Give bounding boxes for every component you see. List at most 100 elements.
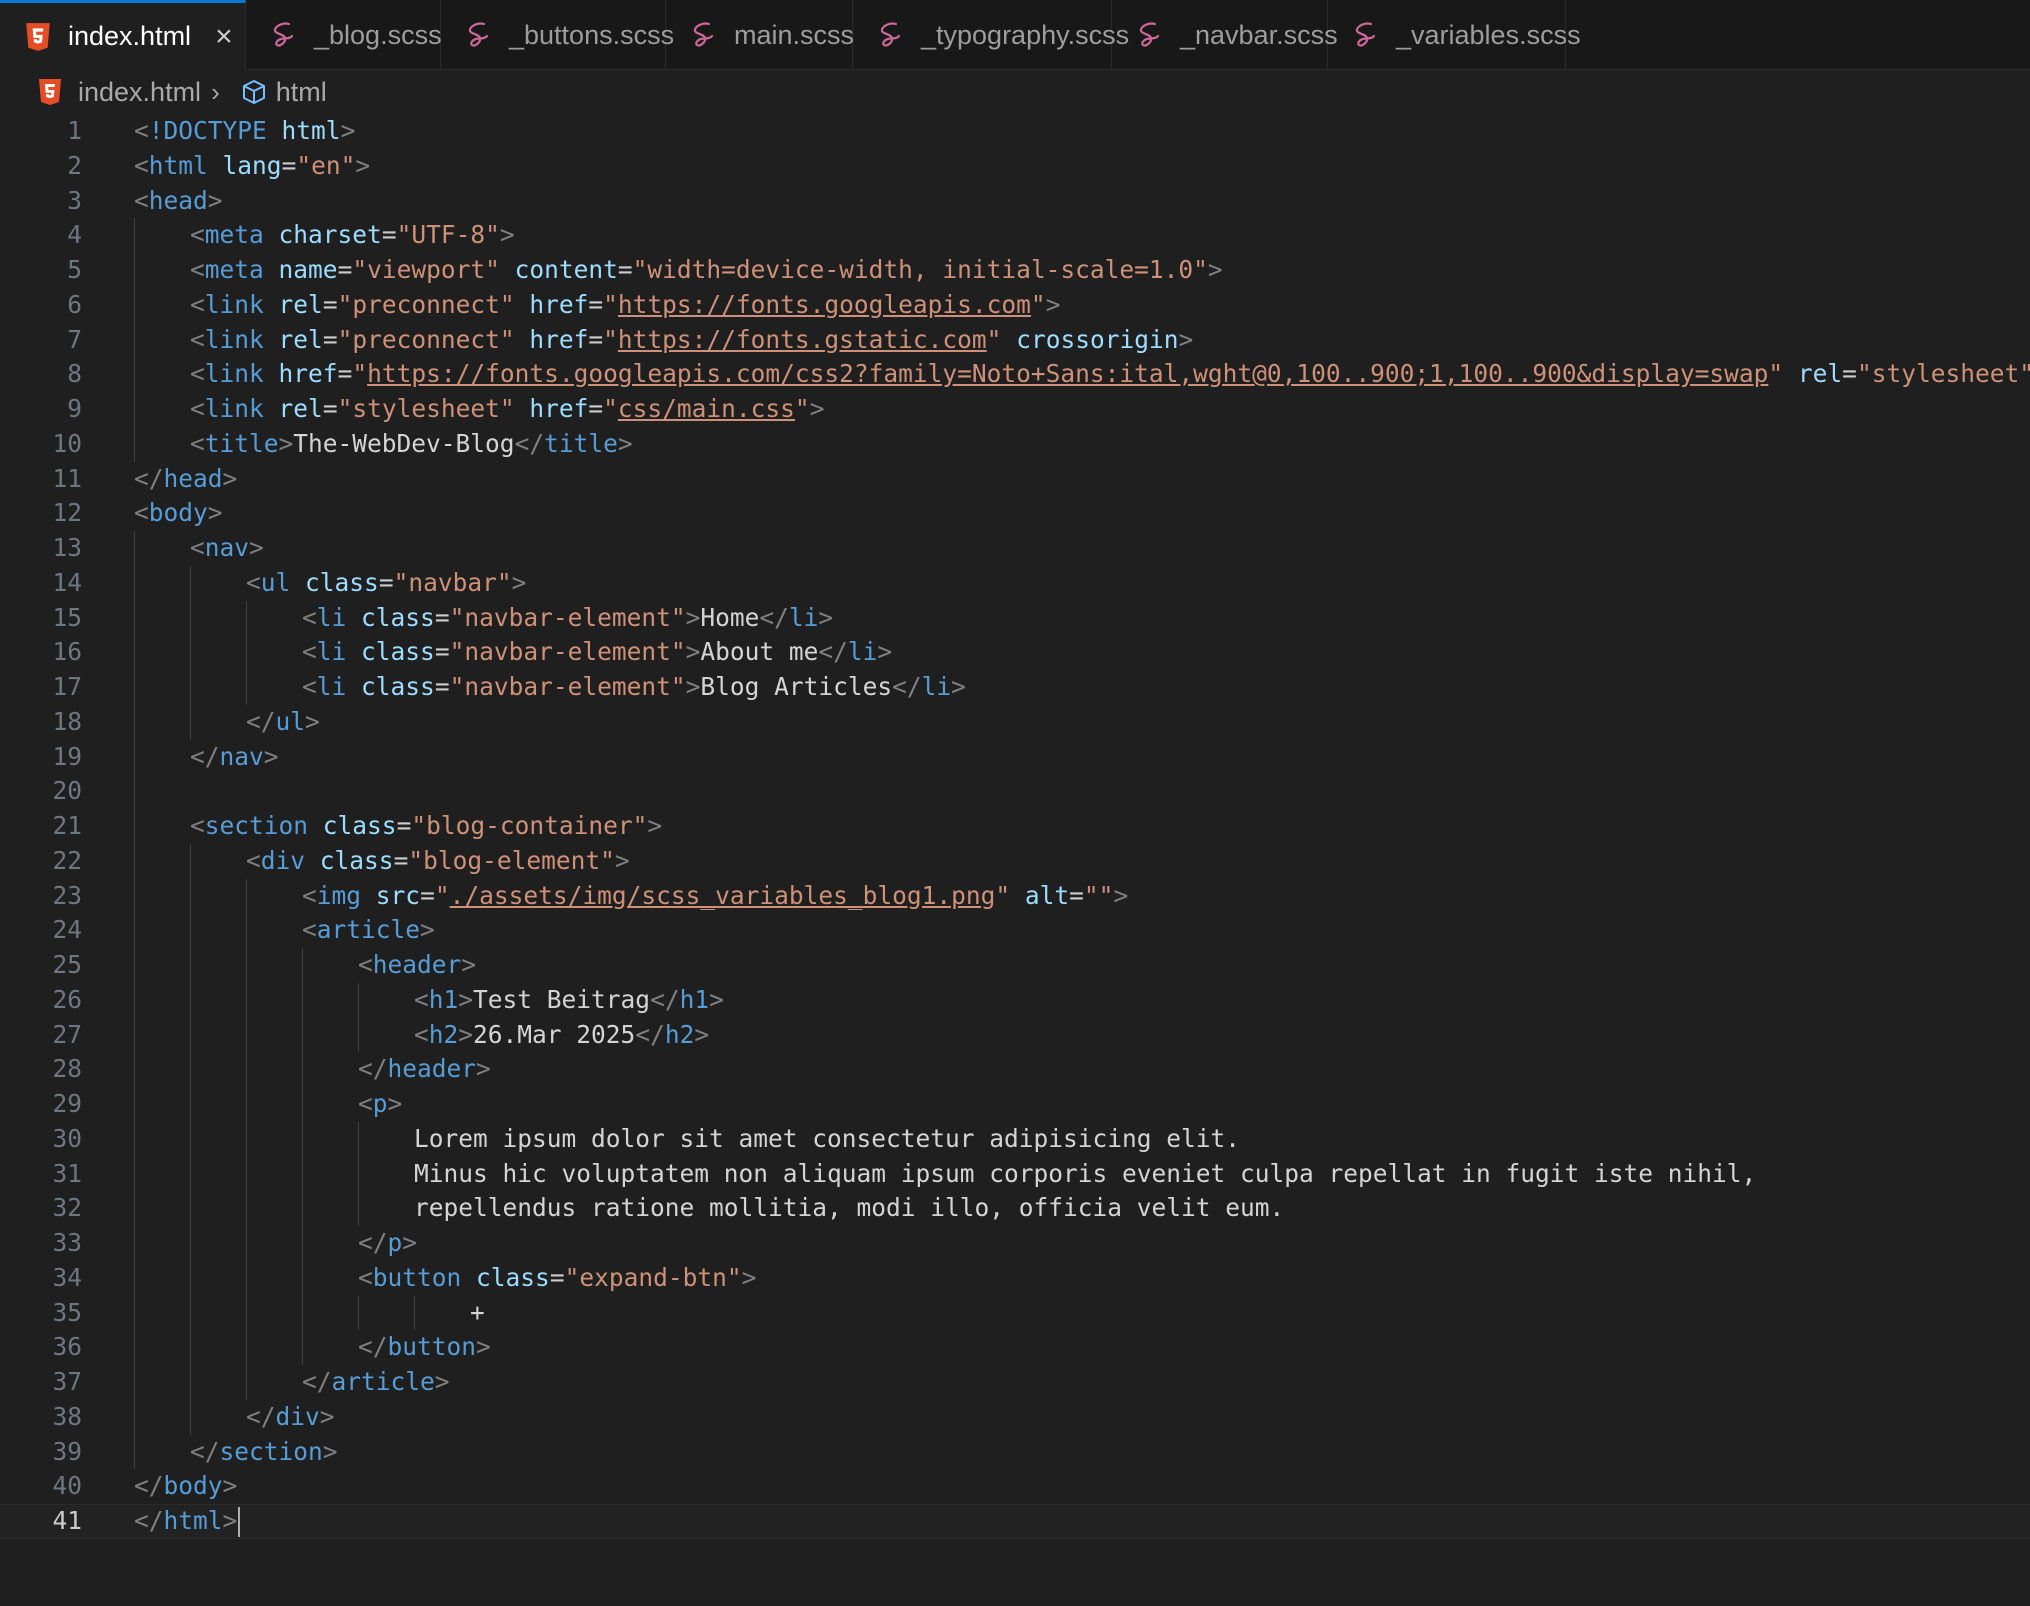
code-line[interactable]: 35 + — [0, 1296, 2030, 1331]
code-line[interactable]: 5 <meta name="viewport" content="width=de… — [0, 253, 2030, 288]
code-line[interactable]: 3 <head> — [0, 184, 2030, 219]
sass-icon — [468, 22, 489, 47]
tab-index-html[interactable]: index.html × — [0, 0, 246, 70]
code-token: = — [434, 637, 450, 667]
code-line[interactable]: 23 <img src="./assets/img/scss_variables_… — [0, 879, 2030, 914]
tab-buttons-scss[interactable]: _buttons.scss — [441, 0, 674, 70]
code-token: "expand-btn" — [564, 1262, 742, 1292]
tab-label: _variables.scss — [1396, 19, 1581, 50]
code-token: rel — [1797, 359, 1843, 389]
code-line[interactable]: 2 <html lang="en"> — [0, 149, 2030, 184]
code-token: </ — [358, 1054, 388, 1084]
code-token: </ — [635, 1019, 665, 1049]
code-editor[interactable]: 1 <!DOCTYPE html> 2 <html lang="en"> 3 <head>… — [0, 114, 2030, 1606]
code-line[interactable]: 30 Lorem ipsum dolor sit amet consectetur… — [0, 1122, 2030, 1157]
code-line[interactable]: 33 </p> — [0, 1226, 2030, 1261]
code-line[interactable]: 40 </body> — [0, 1469, 2030, 1504]
tab-variables-scss[interactable]: _variables.scss — [1328, 0, 1581, 70]
tab-blog-scss[interactable]: _blog.scss — [246, 0, 442, 70]
code-token: meta — [204, 220, 264, 250]
code-line[interactable]: 21 <section class="blog-container"> — [0, 809, 2030, 844]
code-token: < — [190, 533, 205, 562]
code-token: > — [1113, 880, 1129, 910]
code-line[interactable]: 19 </nav> — [0, 740, 2030, 775]
code-token: crossorigin — [1016, 324, 1179, 354]
code-line[interactable]: 18 </ul> — [0, 705, 2030, 740]
code-line[interactable]: 12 <body> — [0, 496, 2030, 531]
code-token: </ — [134, 1471, 164, 1501]
code-line[interactable]: 14 <ul class="navbar"> — [0, 566, 2030, 601]
code-token: < — [190, 255, 205, 284]
code-token: " — [352, 359, 368, 389]
line-number: 6 — [67, 289, 82, 319]
code-line[interactable]: 9 <link rel="stylesheet" href="css/main.c… — [0, 392, 2030, 427]
code-line[interactable]: 8 <link href="https://fonts.googleapis.co… — [0, 357, 2030, 392]
tab-main-scss[interactable]: main.scss — [666, 0, 854, 70]
code-token: " — [794, 394, 810, 423]
code-token: div — [275, 1401, 320, 1431]
code-text: </button> — [358, 1330, 491, 1365]
code-token: ./assets/img/scss_variables_blog1.png — [449, 880, 996, 910]
code-line[interactable]: 31 Minus hic voluptatem non aliquam ipsum… — [0, 1157, 2030, 1192]
code-line[interactable]: 20 — [0, 774, 2030, 809]
code-token: > — [685, 602, 701, 632]
code-line[interactable]: 15 <li class="navbar-element">Home</li> — [0, 601, 2030, 636]
code-line[interactable]: 10 <title>The-WebDev-Blog</title> — [0, 427, 2030, 462]
code-line[interactable]: 32 repellendus ratione mollitia, modi ill… — [0, 1191, 2030, 1226]
close-icon[interactable]: × — [215, 21, 233, 52]
code-token: < — [358, 1089, 373, 1118]
code-text: </p> — [358, 1226, 417, 1261]
code-token: content — [514, 255, 618, 284]
code-token: html — [163, 1506, 223, 1535]
code-token: > — [511, 567, 527, 597]
code-line[interactable]: 37 </article> — [0, 1365, 2030, 1400]
code-line[interactable]: 41 </html> — [0, 1504, 2030, 1539]
code-line[interactable]: 16 <li class="navbar-element">About me</l… — [0, 635, 2030, 670]
indent-guide — [134, 531, 135, 1470]
code-line[interactable]: 11 </head> — [0, 462, 2030, 497]
code-line[interactable]: 34 <button class="expand-btn"> — [0, 1261, 2030, 1296]
code-line[interactable]: 25 <header> — [0, 948, 2030, 983]
code-line[interactable]: 1 <!DOCTYPE html> — [0, 114, 2030, 149]
code-token: > — [263, 741, 279, 771]
code-token: < — [246, 845, 261, 875]
code-line[interactable]: 24 <article> — [0, 913, 2030, 948]
code-token: < — [302, 637, 317, 667]
code-token: </ — [134, 463, 164, 493]
code-line[interactable]: 27 <h2>26.Mar 2025</h2> — [0, 1018, 2030, 1053]
code-token: > — [278, 428, 294, 458]
code-line[interactable]: 39 </section> — [0, 1435, 2030, 1470]
code-token: class — [361, 637, 435, 667]
code-text: </article> — [302, 1365, 450, 1400]
code-token: = — [549, 1262, 565, 1292]
code-line[interactable]: 13 <nav> — [0, 531, 2030, 566]
code-line[interactable]: 26 <h1>Test Beitrag</h1> — [0, 983, 2030, 1018]
code-line[interactable]: 29 <p> — [0, 1087, 2030, 1122]
code-token: < — [302, 880, 317, 910]
code-line[interactable]: 22 <div class="blog-element"> — [0, 844, 2030, 879]
code-line[interactable]: 28 </header> — [0, 1052, 2030, 1087]
code-token: class — [476, 1262, 550, 1292]
cube-symbol-icon — [242, 80, 265, 104]
code-line[interactable]: 6 <link rel="preconnect" href="https://fo… — [0, 288, 2030, 323]
code-token: li — [316, 602, 347, 632]
code-token: class — [319, 845, 394, 875]
code-line[interactable]: 17 <li class="navbar-element">Blog Articl… — [0, 670, 2030, 705]
breadcrumb-file[interactable]: index.html — [78, 77, 201, 108]
tab-navbar-scss[interactable]: _navbar.scss — [1112, 0, 1338, 70]
code-token: </ — [892, 672, 922, 701]
code-token: !DOCTYPE — [148, 116, 267, 145]
code-token: > — [222, 1506, 238, 1535]
code-line[interactable]: 38 </div> — [0, 1400, 2030, 1435]
code-token: ul — [275, 706, 306, 736]
breadcrumb-symbol[interactable]: html — [276, 77, 327, 108]
code-line[interactable]: 7 <link rel="preconnect" href="https://fo… — [0, 323, 2030, 358]
code-token: < — [302, 915, 317, 945]
code-text: <!DOCTYPE html> — [134, 114, 355, 149]
code-token: charset — [278, 220, 382, 250]
tab-typography-scss[interactable]: _typography.scss — [853, 0, 1129, 70]
code-token: > — [207, 185, 223, 215]
code-line[interactable]: 4 <meta charset="UTF-8"> — [0, 218, 2030, 253]
code-token: < — [302, 672, 317, 701]
code-line[interactable]: 36 </button> — [0, 1330, 2030, 1365]
